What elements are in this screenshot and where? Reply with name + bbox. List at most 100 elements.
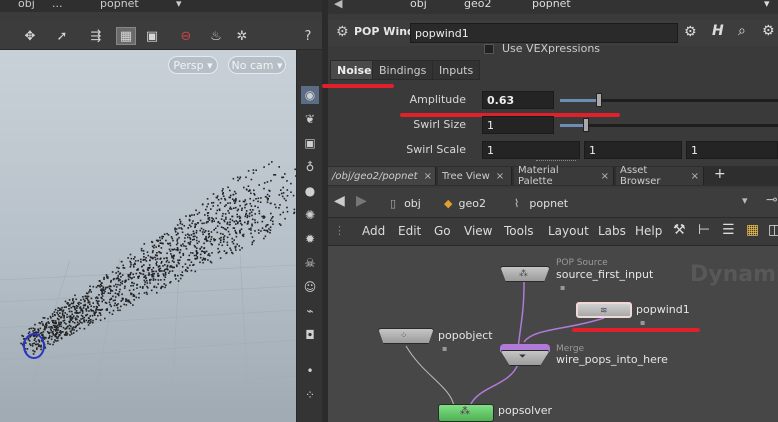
tab-bindings[interactable]: Bindings bbox=[372, 60, 434, 80]
settings-box-icon[interactable]: ✲ bbox=[232, 27, 252, 45]
node-name-field[interactable]: popwind1 bbox=[410, 23, 678, 43]
menu-edit[interactable]: Edit bbox=[398, 224, 421, 238]
particle bbox=[82, 296, 84, 298]
menu-labs[interactable]: Labs bbox=[598, 224, 626, 238]
particle bbox=[92, 302, 94, 304]
menu-go[interactable]: Go bbox=[434, 224, 451, 238]
lock-icon[interactable]: ▣ bbox=[301, 134, 319, 152]
grid-view-icon[interactable]: ▦ bbox=[746, 222, 759, 238]
path-seg-geo2[interactable]: geo2 bbox=[464, 0, 491, 10]
help-h-icon[interactable]: H bbox=[712, 23, 724, 39]
clip-icon[interactable]: ⌁ bbox=[301, 302, 319, 320]
particle bbox=[290, 191, 292, 193]
forward-arrow-icon[interactable]: ▶ bbox=[356, 193, 367, 209]
tab-tree-view[interactable]: Tree View × bbox=[438, 167, 512, 185]
back-arrow-icon[interactable]: ◀ bbox=[334, 0, 342, 10]
particle bbox=[174, 229, 176, 231]
stop-icon[interactable]: ⊖ bbox=[176, 27, 196, 45]
path-seg-obj[interactable]: obj bbox=[18, 0, 35, 10]
gear-icon[interactable]: ⚙ bbox=[684, 24, 697, 40]
menu-tools[interactable]: Tools bbox=[504, 224, 534, 238]
path-dropdown-icon[interactable]: ▾ bbox=[764, 0, 770, 10]
tree-icon[interactable]: ⊢ bbox=[698, 222, 710, 238]
panel-icon[interactable]: ◫ bbox=[768, 222, 778, 238]
node-lock-icon: ▪ bbox=[640, 318, 646, 327]
close-icon[interactable]: × bbox=[424, 171, 432, 182]
display-options-icon[interactable]: ◉ bbox=[301, 86, 319, 104]
swirl-slider-knob[interactable] bbox=[583, 118, 589, 132]
pin-icon[interactable]: ⊸ bbox=[766, 192, 778, 208]
particle bbox=[263, 182, 266, 184]
path-seg-popnet[interactable]: popnet bbox=[100, 0, 139, 10]
particle bbox=[28, 331, 31, 333]
add-tab-button[interactable]: + bbox=[714, 166, 726, 182]
nodes-icon[interactable]: ⁘ bbox=[301, 386, 319, 404]
display-menu[interactable]: No cam ▾ bbox=[228, 56, 286, 74]
sphere-icon[interactable]: ● bbox=[301, 182, 319, 200]
list-view-icon[interactable]: ☰ bbox=[722, 222, 735, 238]
path-seg-obj[interactable]: obj bbox=[410, 0, 427, 10]
amplitude-slider-knob[interactable] bbox=[596, 93, 602, 107]
path-seg-obj-wrap[interactable]: ▯ obj bbox=[390, 194, 421, 212]
path-dropdown-icon[interactable]: ▾ bbox=[176, 0, 182, 10]
viewport-scene[interactable]: Persp ▾ No cam ▾ bbox=[0, 50, 296, 422]
move-tool-icon[interactable]: ➚ bbox=[52, 27, 72, 45]
ghost-icon[interactable]: ♨ bbox=[206, 27, 226, 45]
select-tool-icon[interactable]: ✥ bbox=[20, 27, 40, 45]
transform-tool-icon[interactable]: ⇶ bbox=[86, 27, 106, 45]
particle bbox=[70, 306, 73, 309]
close-icon[interactable]: × bbox=[601, 171, 609, 182]
wrench-icon[interactable]: ⚒ bbox=[673, 222, 686, 238]
menu-add[interactable]: Add bbox=[362, 224, 385, 238]
menu-layout[interactable]: Layout bbox=[548, 224, 589, 238]
pane-resize-handle[interactable] bbox=[536, 160, 576, 164]
search-icon[interactable]: ⌕ bbox=[738, 23, 746, 39]
dot-icon[interactable]: • bbox=[301, 362, 319, 380]
bulb-icon[interactable]: ✺ bbox=[301, 206, 319, 224]
menu-view[interactable]: View bbox=[464, 224, 492, 238]
network-editor[interactable]: Dynami ⁂ POP Source source_first_input ▪… bbox=[328, 246, 778, 422]
light-icon[interactable]: ♁ bbox=[301, 158, 319, 176]
tab-inputs[interactable]: Inputs bbox=[432, 60, 481, 80]
particle bbox=[203, 258, 205, 260]
settings-icon[interactable]: ⚙ bbox=[762, 23, 775, 39]
camera-icon[interactable]: ◘ bbox=[301, 326, 319, 344]
path-seg-ellipsis[interactable]: ... bbox=[52, 0, 63, 10]
path-seg-geo2-wrap[interactable]: ◆ geo2 bbox=[444, 194, 486, 212]
close-icon[interactable]: × bbox=[691, 171, 699, 182]
character-icon[interactable]: ☺ bbox=[301, 278, 319, 296]
particle bbox=[128, 299, 130, 302]
swirl-scale-y-field[interactable]: 1 bbox=[584, 141, 682, 159]
swirl-size-slider[interactable] bbox=[560, 117, 778, 133]
skull-icon[interactable]: ☠ bbox=[301, 254, 319, 272]
particle bbox=[216, 209, 219, 212]
help-icon[interactable]: ? bbox=[298, 27, 318, 45]
particle bbox=[189, 214, 191, 217]
vex-checkbox[interactable] bbox=[484, 44, 494, 54]
particle bbox=[207, 230, 210, 232]
amplitude-field[interactable]: 0.63 bbox=[482, 91, 554, 109]
particle bbox=[195, 223, 198, 226]
path-seg-popnet[interactable]: popnet bbox=[532, 0, 571, 10]
amplitude-slider[interactable] bbox=[560, 92, 778, 108]
particle bbox=[205, 235, 207, 238]
path-dropdown-icon[interactable]: ▾ bbox=[742, 194, 748, 207]
camera-menu[interactable]: Persp ▾ bbox=[168, 56, 218, 74]
tab-material-palette[interactable]: Material Palette × bbox=[514, 165, 614, 187]
particle bbox=[184, 269, 187, 272]
leaf-icon[interactable]: ❦ bbox=[301, 110, 319, 128]
close-icon[interactable]: × bbox=[496, 171, 504, 182]
swirl-scale-z-field[interactable]: 1 bbox=[686, 141, 778, 159]
bulb-outline-icon[interactable]: ✹ bbox=[301, 230, 319, 248]
back-arrow-icon[interactable]: ◀ bbox=[334, 193, 345, 209]
particle bbox=[233, 202, 236, 204]
menu-help[interactable]: Help bbox=[635, 224, 662, 238]
snapshot-icon[interactable]: ▣ bbox=[142, 27, 162, 45]
tab-asset-browser[interactable]: Asset Browser × bbox=[616, 165, 704, 187]
swirl-scale-x-field[interactable]: 1 bbox=[482, 141, 580, 159]
tab-network-path[interactable]: /obj/geo2/popnet × bbox=[328, 167, 436, 185]
render-view-icon[interactable]: ▦ bbox=[116, 27, 136, 45]
particle bbox=[187, 227, 190, 229]
swirl-size-field[interactable]: 1 bbox=[482, 116, 554, 134]
path-seg-popnet-wrap[interactable]: ⌇ popnet bbox=[514, 194, 568, 212]
